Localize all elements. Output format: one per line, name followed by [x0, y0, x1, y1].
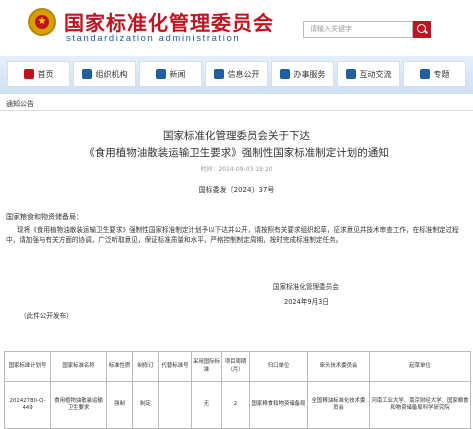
national-emblem-icon: ★ [28, 8, 56, 36]
signature-date: 2024年9月3日 [284, 298, 329, 306]
search-placeholder: 请输入关键字 [310, 25, 352, 33]
standard-plan-table: 国家标准计划号 国家标准名称 标准性质 制修订 代替标准号 采用国际标准 项目周… [4, 351, 471, 429]
column-header: 国家标准名称 [50, 351, 107, 382]
document-icon [213, 69, 224, 79]
column-header: 代替标准号 [158, 351, 192, 382]
signature: 国家标准化管理委员会 [273, 283, 339, 291]
site-subtitle: standardization administration [66, 33, 241, 44]
topic-icon [419, 69, 430, 79]
service-icon [279, 69, 290, 79]
breadcrumb[interactable]: 通知公告 [6, 99, 34, 109]
column-header: 采用国际标准 [191, 351, 222, 382]
nav-interaction[interactable]: 互动交流 [337, 61, 400, 87]
search-button[interactable] [413, 21, 431, 38]
organization-icon [81, 69, 92, 79]
column-header: 归口单位 [249, 351, 308, 382]
nav-label: 信息公开 [227, 69, 260, 79]
table-row: 20242780-Q-449 食用植物油散装运输卫生要求 强制 制定 无 2 国… [4, 381, 471, 429]
column-header: 起草单位 [369, 351, 471, 382]
document-number: 国标委发〔2024〕37号 [198, 186, 275, 194]
chat-icon [345, 69, 356, 79]
nav-topics[interactable]: 专题 [403, 61, 466, 87]
nav-label: 组织机构 [95, 69, 128, 79]
column-header: 制修订 [132, 351, 159, 382]
column-header: 项目周期（月） [221, 351, 250, 382]
table-cell: 制定 [132, 381, 159, 429]
table-cell: 强制 [106, 381, 133, 429]
table-cell: 全国粮油标准化技术委员会 [307, 381, 370, 429]
nav-label: 互动交流 [359, 69, 392, 79]
column-header: 标准性质 [106, 351, 133, 382]
home-icon [23, 69, 34, 79]
site-title[interactable]: 国家标准化管理委员会 [64, 7, 274, 36]
article-body: 现将《食用植物油散装运输卫生要求》强制性国家标准制定计划予以下达并公开，请按照有… [6, 226, 459, 244]
main-nav: 首页 组织机构 新闻 信息公开 办事服务 互动交流 专题 [7, 61, 466, 87]
divider [0, 110, 473, 111]
addressee: 国家粮食和物资储备局： [6, 213, 83, 221]
table-cell: 国家粮食和物资储备局 [249, 381, 308, 429]
nav-news[interactable]: 新闻 [139, 61, 202, 87]
table-cell: 2 [221, 381, 250, 429]
public-release-note: （此件公开发布） [20, 312, 73, 320]
table-cell: 食用植物油散装运输卫生要求 [50, 381, 107, 429]
table-header-row: 国家标准计划号 国家标准名称 标准性质 制修订 代替标准号 采用国际标准 项目周… [4, 351, 471, 382]
nav-label: 办事服务 [293, 69, 326, 79]
publish-time: 时间：2024-09-03 19:20 [200, 166, 273, 173]
table-cell: 河南工业大学、南京财经大学、国家粮食和物资储备局科学研究院 [369, 381, 471, 429]
site-header: ★ 国家标准化管理委员会 standardization administrat… [0, 0, 473, 56]
column-header: 牵头技术委员会 [307, 351, 370, 382]
article-title-line2: 《食用植物油散装运输卫生要求》强制性国家标准制定计划的通知 [84, 147, 389, 159]
table-cell [158, 381, 192, 429]
nav-label: 新闻 [169, 69, 186, 79]
nav-disclosure[interactable]: 信息公开 [205, 61, 268, 87]
table-cell: 20242780-Q-449 [4, 381, 51, 429]
news-icon [155, 69, 166, 79]
table-cell: 无 [191, 381, 222, 429]
nav-home[interactable]: 首页 [7, 61, 70, 87]
article-title-line1: 国家标准化管理委员会关于下达 [163, 130, 310, 142]
search-input[interactable]: 请输入关键字 [303, 21, 413, 38]
nav-services[interactable]: 办事服务 [271, 61, 334, 87]
nav-label: 专题 [433, 69, 450, 79]
nav-label: 首页 [37, 69, 54, 79]
column-header: 国家标准计划号 [4, 351, 51, 382]
nav-organization[interactable]: 组织机构 [73, 61, 136, 87]
